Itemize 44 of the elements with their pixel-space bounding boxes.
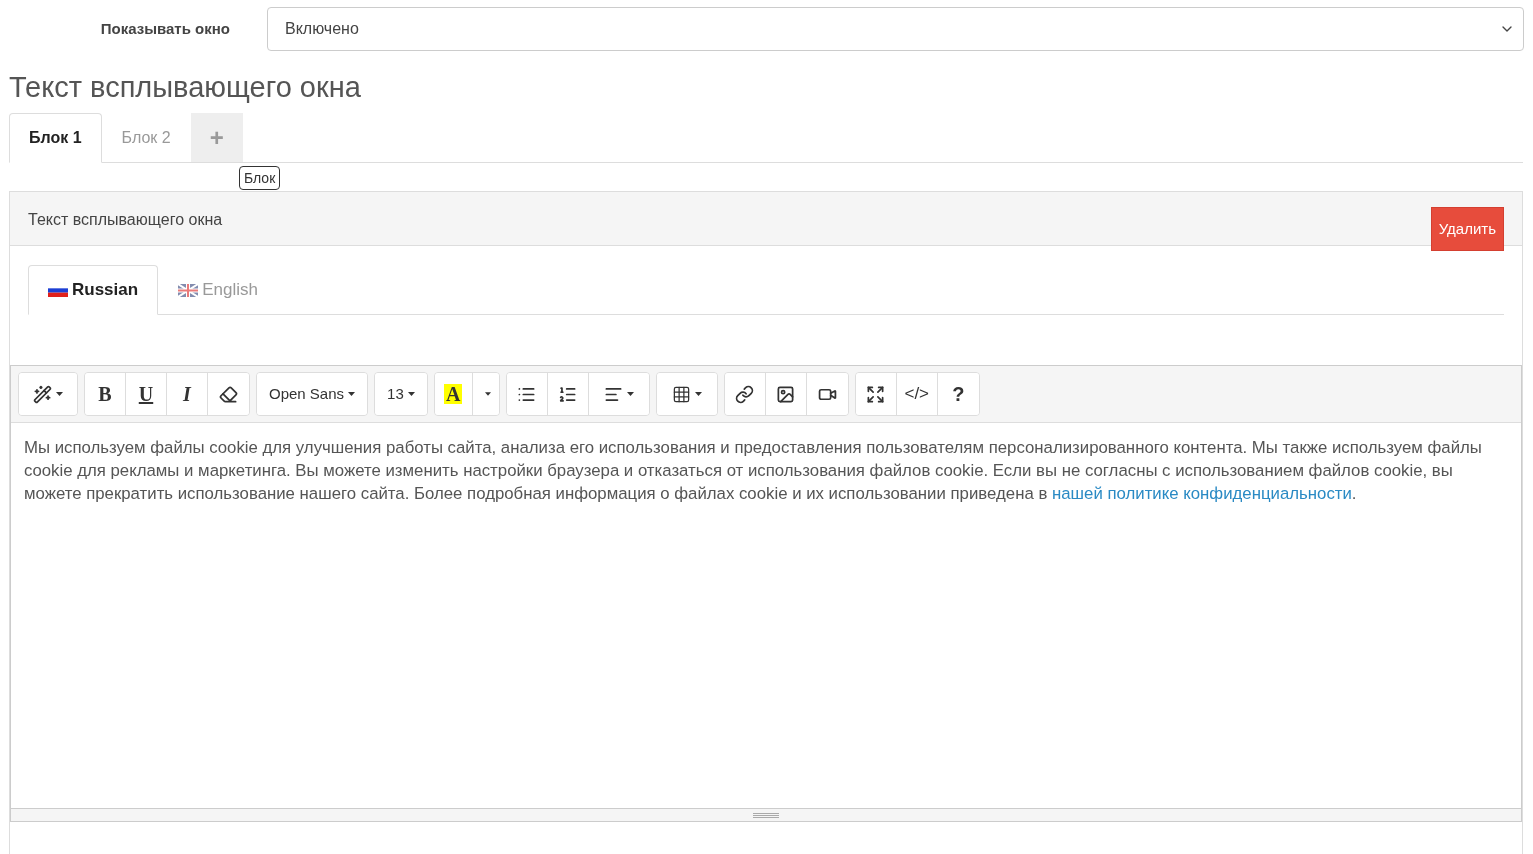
resize-grip-icon — [753, 812, 779, 818]
numbered-list-button[interactable] — [547, 373, 589, 415]
field-label: Показывать окно — [99, 18, 231, 39]
fullscreen-button[interactable] — [855, 373, 897, 415]
tooltip: Блок — [239, 166, 281, 190]
select-field[interactable]: Включено — [267, 7, 1524, 51]
highlight-button[interactable]: A — [434, 373, 473, 415]
language-tab[interactable]: Russian — [28, 265, 159, 315]
help-button[interactable]: ? — [937, 373, 979, 415]
color-dropdown-button[interactable] — [472, 373, 499, 415]
panel-title: Текст всплывающего окна — [28, 210, 223, 230]
video-button[interactable] — [806, 373, 848, 415]
link-button[interactable] — [724, 373, 766, 415]
dropdown-button[interactable]: 13 — [375, 373, 427, 415]
image-icon — [776, 384, 796, 404]
caret-icon — [484, 392, 491, 396]
bold-button[interactable]: B — [85, 373, 126, 415]
caret-icon — [407, 392, 415, 396]
eraser-button[interactable] — [208, 373, 249, 415]
editor-text: Мы используем файлы cookie для улучшения работы сайта, анализа его использования и предоставления пользователям персонализированного контента. Мы также используем файлы cookie для рекламы и маркетинга. Вы можете изменить настройки браузера и отказаться от использования файлов cookie. Если вы не согласны с использованием файлов cookie, вы можете прекратить использование нашего сайта. Более подробная информация о файлах cookie и их использовании приведена в нашей политике конфиденциальности. — [24, 437, 1483, 505]
dropdown-button[interactable]: Open Sans — [257, 373, 368, 415]
numbered-list-icon — [558, 384, 578, 404]
style-button[interactable] — [19, 373, 77, 415]
flag-icon — [178, 283, 199, 297]
italic-button[interactable]: I — [167, 373, 208, 415]
fullscreen-icon — [866, 384, 886, 404]
align-button[interactable] — [588, 373, 649, 415]
privacy-policy-link[interactable]: нашей политике конфиденциальности — [1052, 484, 1352, 503]
block-tab[interactable]: Блок 1 — [9, 113, 102, 163]
caret-icon — [626, 392, 634, 396]
section-heading: Текст всплывающего окна — [9, 70, 362, 105]
eraser-icon — [219, 384, 238, 404]
caret-icon — [56, 392, 63, 396]
table-button[interactable] — [656, 373, 717, 415]
magic-wand-icon — [33, 384, 52, 404]
image-button[interactable] — [765, 373, 807, 415]
caret-icon — [694, 392, 702, 396]
delete-button[interactable]: Удалить — [1430, 207, 1504, 251]
code-view-button[interactable]: </> — [896, 373, 938, 415]
link-icon — [735, 384, 755, 404]
bullet-list-button[interactable] — [506, 373, 548, 415]
caret-icon — [348, 392, 356, 396]
underline-button[interactable]: U — [126, 373, 167, 415]
table-icon — [671, 384, 691, 404]
